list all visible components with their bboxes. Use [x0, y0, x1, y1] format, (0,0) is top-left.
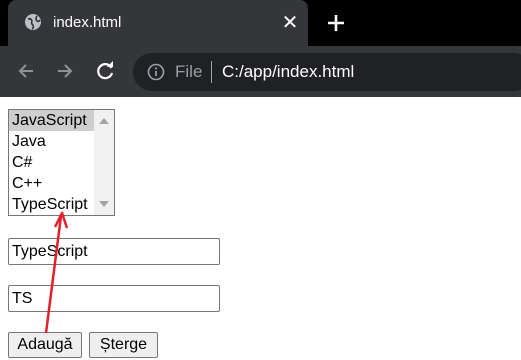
back-arrow-icon[interactable] [14, 59, 38, 83]
tab-strip: index.html ✕ [0, 0, 521, 46]
info-icon[interactable] [147, 63, 165, 81]
language-name-input[interactable] [8, 238, 220, 265]
add-button[interactable]: Adaugă [8, 332, 82, 358]
page-content: JavaScript Java C# C++ TypeScript Adaugă… [0, 97, 521, 360]
scroll-down-arrow-icon[interactable] [99, 201, 109, 207]
listbox-scrollbar[interactable] [94, 110, 114, 215]
browser-tab[interactable]: index.html ✕ [8, 0, 308, 46]
close-tab-icon[interactable]: ✕ [280, 13, 300, 33]
delete-button[interactable]: Șterge [89, 332, 158, 358]
listbox-option[interactable]: Java [9, 131, 95, 152]
scrollbar-track[interactable] [97, 132, 111, 194]
tab-title: index.html [53, 14, 122, 31]
browser-chrome: index.html ✕ File C:/app/index.html [0, 0, 521, 97]
reload-icon[interactable] [93, 59, 117, 83]
url-separator [211, 61, 212, 83]
url-text[interactable]: C:/app/index.html [222, 62, 354, 82]
listbox-option[interactable]: JavaScript [9, 110, 95, 131]
scroll-up-arrow-icon[interactable] [99, 118, 109, 124]
globe-icon [25, 14, 41, 30]
new-tab-icon[interactable] [324, 11, 348, 35]
language-listbox[interactable]: JavaScript Java C# C++ TypeScript [8, 109, 115, 216]
forward-arrow-icon[interactable] [53, 59, 77, 83]
listbox-option[interactable]: TypeScript [9, 194, 95, 215]
listbox-option[interactable]: C# [9, 152, 95, 173]
browser-toolbar: File C:/app/index.html [0, 46, 521, 97]
url-scheme-label: File [175, 62, 203, 81]
language-abbr-input[interactable] [8, 285, 220, 312]
address-bar[interactable]: File C:/app/index.html [133, 53, 521, 91]
listbox-option[interactable]: C++ [9, 173, 95, 194]
